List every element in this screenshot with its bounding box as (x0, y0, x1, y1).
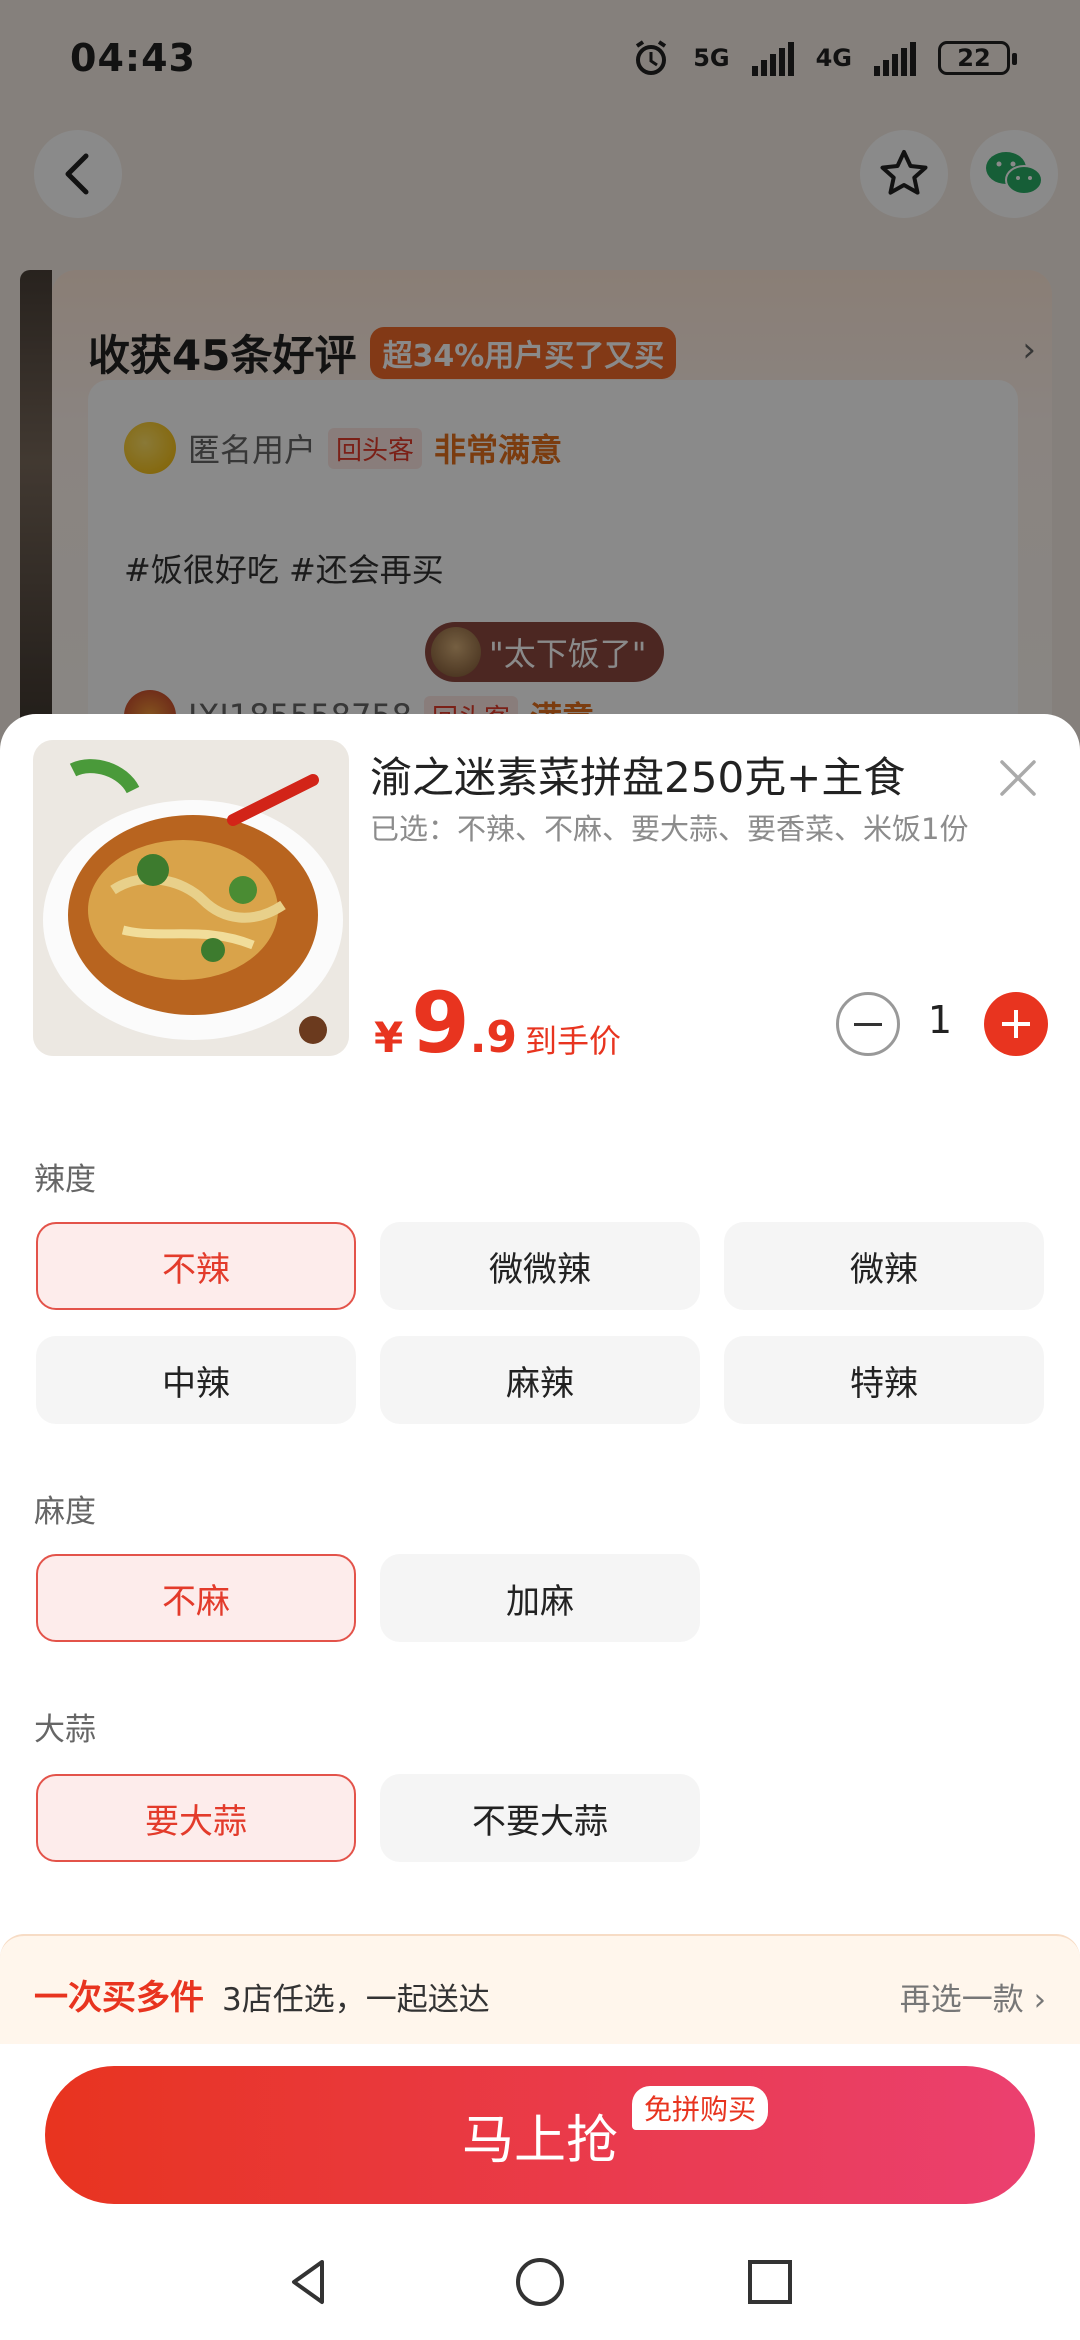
option-spicy-medium[interactable]: 中辣 (36, 1336, 356, 1424)
price: ¥ 9 .9 到手价 (374, 974, 621, 1072)
option-spicy-very-mild[interactable]: 微微辣 (380, 1222, 700, 1310)
choose-another-link[interactable]: 再选一款 › (900, 1974, 1046, 2019)
no-group-badge: 免拼购买 (632, 2086, 769, 2130)
option-label-garlic: 大蒜 (34, 1712, 96, 1748)
option-spicy-extra[interactable]: 特辣 (724, 1336, 1044, 1424)
buy-now-label: 马上抢 (461, 2110, 618, 2171)
option-garlic-no[interactable]: 不要大蒜 (380, 1774, 700, 1862)
price-integer: 9 (411, 974, 470, 1072)
option-numbing-extra[interactable]: 加麻 (380, 1554, 700, 1642)
sku-selector-sheet: 渝之迷素菜拼盘250克+主食 已选：不辣、不麻、要大蒜、要香菜、米饭1份 ¥ 9… (0, 714, 1080, 2340)
buy-now-button[interactable]: 马上抢 (45, 2066, 1035, 2204)
option-numbing-none[interactable]: 不麻 (36, 1554, 356, 1642)
option-label-numbing: 麻度 (34, 1494, 96, 1530)
close-icon (1000, 760, 1036, 796)
price-decimal: .9 (469, 1012, 518, 1063)
option-garlic-yes[interactable]: 要大蒜 (36, 1774, 356, 1862)
option-spicy-mala[interactable]: 麻辣 (380, 1336, 700, 1424)
selected-options-text: 已选：不辣、不麻、要大蒜、要香菜、米饭1份 (370, 812, 969, 846)
quantity-value: 1 (927, 998, 953, 1042)
price-label: 到手价 (525, 1022, 622, 1060)
quantity-decrease-button[interactable] (836, 992, 900, 1056)
multi-buy-title: 一次买多件 (34, 1978, 204, 2018)
multi-buy-bar[interactable]: 一次买多件 3店任选，一起送达 再选一款 › (0, 1934, 1080, 2044)
quantity-increase-button[interactable] (984, 992, 1048, 1056)
price-symbol: ¥ (374, 1013, 404, 1062)
option-spicy-mild[interactable]: 微辣 (724, 1222, 1044, 1310)
option-label-spicy: 辣度 (34, 1162, 96, 1198)
system-nav-bar (0, 2224, 1080, 2340)
background-page: 04:43 5G 4G 22 收获45条好评 超34%用户买了又买 › 匿名用户… (0, 0, 1080, 760)
nav-recents-icon[interactable] (740, 2252, 800, 2312)
multi-buy-subtitle: 3店任选，一起送达 (222, 1982, 490, 2018)
dim-overlay[interactable] (0, 0, 1080, 760)
close-button[interactable] (990, 750, 1046, 806)
nav-home-icon[interactable] (510, 2252, 570, 2312)
option-spicy-none[interactable]: 不辣 (36, 1222, 356, 1310)
product-image (33, 740, 349, 1056)
product-title: 渝之迷素菜拼盘250克+主食 (370, 753, 906, 802)
nav-back-icon[interactable] (280, 2252, 340, 2312)
